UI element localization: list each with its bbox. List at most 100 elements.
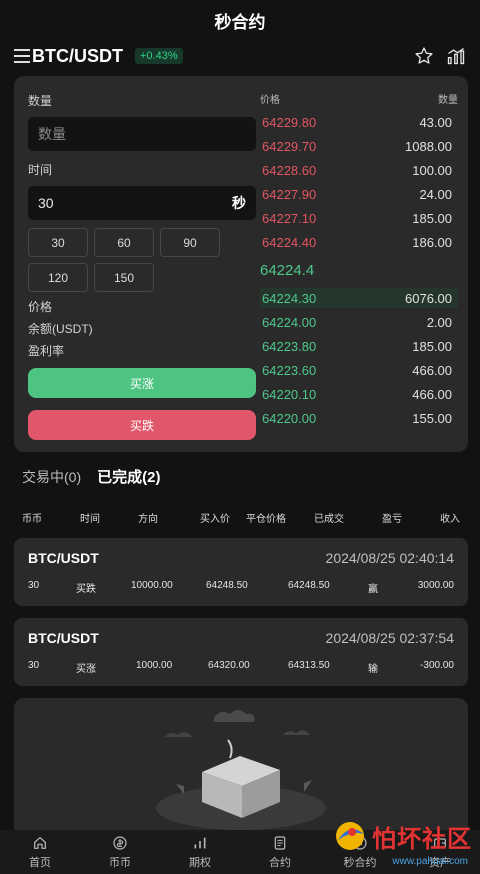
column-header: 币币: [22, 514, 42, 525]
buy-down-button[interactable]: 买跌: [28, 410, 256, 440]
tab-completed[interactable]: 已完成(2): [97, 466, 160, 487]
bid-price: 64220.10: [262, 386, 317, 402]
ask-qty: 24.00: [419, 186, 452, 202]
order-cell: 1000.00: [136, 660, 173, 671]
ask-price: 64227.90: [262, 186, 317, 202]
order-cell: 买涨: [76, 664, 96, 675]
menu-icon[interactable]: [14, 49, 30, 63]
nav-label: 合约: [269, 856, 291, 869]
bid-row[interactable]: 64224.00 2.00: [260, 310, 458, 334]
nav-label: 首页: [29, 856, 51, 869]
duration-chip[interactable]: 30: [28, 228, 88, 257]
column-header: 买入价: [200, 514, 230, 525]
order-card[interactable]: BTC/USDT 2024/08/25 02:40:14 30 买跌 10000…: [14, 538, 468, 606]
nav-item-options[interactable]: 期权: [160, 830, 240, 874]
ask-price: 64224.40: [262, 234, 317, 250]
nav-label: 期权: [189, 856, 211, 869]
nav-label: 秒合约: [343, 856, 377, 869]
watermark-logo-icon: [336, 822, 364, 850]
ask-qty: 43.00: [419, 114, 452, 130]
contract-icon: [274, 835, 286, 850]
ask-row[interactable]: 64227.10 185.00: [260, 206, 458, 230]
order-cell: 64313.50: [288, 660, 330, 671]
bid-qty: 466.00: [412, 362, 452, 378]
bid-row[interactable]: 64223.60 466.00: [260, 358, 458, 382]
last-price: 64224.4: [260, 261, 315, 279]
qty-header: 数量: [438, 94, 458, 106]
column-header: 方向: [138, 514, 158, 525]
quantity-label: 数量: [28, 94, 53, 108]
pair-name[interactable]: BTC/USDT: [32, 46, 123, 67]
bid-row[interactable]: 64223.80 185.00: [260, 334, 458, 358]
column-header: 时间: [80, 514, 100, 525]
bid-price: 64224.00: [262, 314, 317, 330]
bid-row[interactable]: 64220.10 466.00: [260, 382, 458, 406]
duration-chip[interactable]: 60: [94, 228, 154, 257]
order-cell: 64320.00: [208, 660, 250, 671]
order-cell: 30: [28, 660, 40, 671]
watermark-url: www.pahuai.com: [392, 856, 468, 867]
order-cell: 64248.50: [288, 580, 330, 591]
bid-price: 64223.80: [262, 338, 317, 354]
chart-icon[interactable]: [446, 46, 466, 66]
order-card[interactable]: BTC/USDT 2024/08/25 02:37:54 30 买涨 1000.…: [14, 618, 468, 686]
bid-qty: 466.00: [412, 386, 452, 402]
duration-chip[interactable]: 90: [160, 228, 220, 257]
duration-chip[interactable]: 120: [28, 263, 88, 292]
ask-row[interactable]: 64224.40 186.00: [260, 230, 458, 254]
ask-row[interactable]: 64227.90 24.00: [260, 182, 458, 206]
watermark: 怕坏社区 www.pahuai.com: [332, 818, 472, 867]
ask-price: 64228.60: [262, 162, 317, 178]
top-bar: 秒合约: [0, 0, 480, 40]
bid-price: 64220.00: [262, 410, 317, 426]
ask-price: 64229.70: [262, 138, 317, 154]
bid-row[interactable]: 64224.30 6076.00: [260, 286, 458, 310]
column-header: 平仓价格: [246, 514, 286, 525]
bars-icon: [194, 837, 206, 848]
bid-price: 64223.60: [262, 362, 317, 378]
order-cell: 10000.00: [131, 580, 173, 591]
bid-qty: 2.00: [426, 314, 452, 330]
bid-row[interactable]: 64220.00 155.00: [260, 406, 458, 430]
quantity-input[interactable]: 数量: [28, 117, 256, 151]
order-cell: -300.00: [420, 660, 454, 671]
order-timestamp: 2024/08/25 02:40:14: [325, 550, 454, 566]
price-header: 价格: [260, 94, 280, 106]
ask-row[interactable]: 64229.70 1088.00: [260, 134, 458, 158]
trade-panel: 数量 数量 时间 30 秒 30 60 90 120 150 价格 余额(USD…: [14, 76, 468, 452]
ask-row[interactable]: 64228.60 100.00: [260, 158, 458, 182]
order-cell: 3000.00: [417, 580, 454, 591]
star-icon[interactable]: [414, 46, 434, 66]
bid-qty: 6076.00: [405, 290, 452, 306]
order-tabs: 交易中(0) 已完成(2): [22, 466, 160, 487]
order-cell: 买跌: [76, 584, 96, 595]
ask-row[interactable]: 64229.80 43.00: [260, 110, 458, 134]
order-pair: BTC/USDT: [28, 630, 99, 646]
profit-rate-label: 盈利率: [28, 344, 65, 358]
order-timestamp: 2024/08/25 02:37:54: [325, 630, 454, 646]
nav-item-contract[interactable]: 合约: [240, 830, 320, 874]
balance-label: 余额(USDT): [28, 322, 93, 336]
nav-item-coin[interactable]: 币币: [80, 830, 160, 874]
nav-item-home[interactable]: 首页: [0, 830, 80, 874]
bid-qty: 185.00: [412, 338, 452, 354]
time-value: 30: [38, 195, 54, 211]
duration-chip[interactable]: 150: [94, 263, 154, 292]
time-input[interactable]: 30 秒: [28, 186, 256, 220]
column-header: 已成交: [314, 514, 344, 525]
tab-trading[interactable]: 交易中(0): [22, 467, 81, 487]
pair-bar: BTC/USDT +0.43%: [0, 40, 480, 72]
ask-qty: 1088.00: [405, 138, 452, 154]
change-badge: +0.43%: [135, 48, 183, 64]
nav-label: 币币: [109, 856, 131, 869]
ask-qty: 185.00: [412, 210, 452, 226]
column-header: 盈亏: [382, 514, 402, 525]
quantity-placeholder: 数量: [38, 126, 66, 142]
ask-price: 64229.80: [262, 114, 317, 130]
column-header: 收入: [440, 514, 460, 525]
buy-up-button[interactable]: 买涨: [28, 368, 256, 398]
column-headers: 币币 时间 方向 买入价 平仓价格 已成交 盈亏 收入: [0, 510, 480, 528]
time-unit: 秒: [232, 195, 246, 211]
order-book: 价格 数量 64229.80 43.00 64229.70 1088.00 6422…: [260, 76, 458, 430]
order-cell: 赢: [368, 584, 378, 595]
